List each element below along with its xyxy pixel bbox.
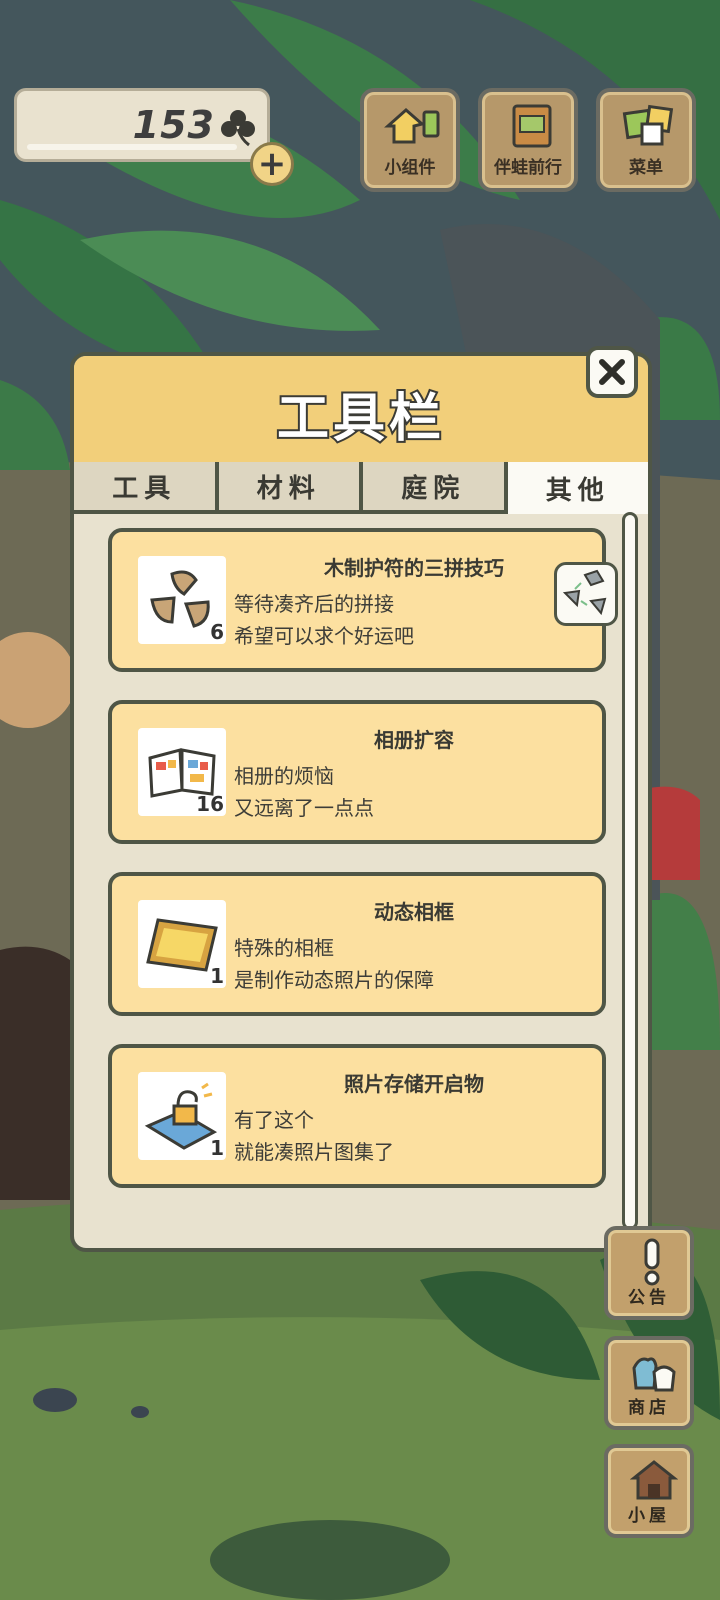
item-count: 6 [210, 620, 224, 644]
combine-chip[interactable] [554, 562, 618, 626]
add-clover-button[interactable]: + [250, 142, 294, 186]
menu-button[interactable]: 菜单 [596, 88, 696, 192]
item-thumbnail: 16 [138, 728, 226, 816]
house-button[interactable]: 小屋 [604, 1444, 694, 1538]
item-thumbnail: 1 [138, 900, 226, 988]
list-item[interactable]: 16 相册扩容 相册的烦恼 又远离了一点点 [108, 700, 606, 844]
clover-amount: 153 [132, 103, 215, 147]
list-scrollbar[interactable] [622, 512, 638, 1230]
clover-bar [27, 144, 237, 150]
item-title: 木制护符的三拼技巧 [324, 556, 504, 580]
item-description-line2: 又远离了一点点 [234, 796, 374, 820]
widget-button[interactable]: 小组件 [360, 88, 460, 192]
panel-title: 工具栏 [275, 387, 445, 451]
item-description-line2: 希望可以求个好运吧 [234, 624, 414, 648]
stone-pieces-icon [562, 569, 607, 616]
item-count: 1 [210, 964, 224, 988]
unlock-icon [144, 1082, 218, 1150]
item-title: 照片存储开启物 [344, 1072, 484, 1096]
close-button[interactable] [586, 346, 638, 398]
item-title: 动态相框 [374, 900, 454, 924]
item-description-line1: 特殊的相框 [234, 936, 334, 960]
photo-frame-icon [146, 918, 218, 972]
widget-icon [384, 102, 444, 156]
menu-icon [620, 102, 680, 156]
house-label: 小屋 [628, 1506, 670, 1526]
notice-label: 公告 [628, 1288, 670, 1308]
shop-button[interactable]: 商店 [604, 1336, 694, 1430]
frog-travel-label: 伴蛙前行 [494, 158, 562, 178]
item-description-line1: 等待凑齐后的拼接 [234, 592, 394, 616]
item-description-line1: 相册的烦恼 [234, 764, 334, 788]
clover-counter: 153 [14, 88, 270, 162]
frog-travel-button[interactable]: 伴蛙前行 [478, 88, 578, 192]
item-title: 相册扩容 [374, 728, 454, 752]
close-icon [599, 359, 625, 385]
widget-label: 小组件 [384, 158, 436, 178]
wooden-charm-pieces-icon [150, 570, 210, 628]
item-list: 6 木制护符的三拼技巧 等待凑齐后的拼接 希望可以求个好运吧 16 相册扩容 相… [108, 528, 606, 1216]
tab-other[interactable]: 其他 [507, 462, 648, 514]
tab-garden[interactable]: 庭院 [363, 462, 508, 514]
frog-travel-icon [502, 102, 562, 156]
item-description-line1: 有了这个 [234, 1108, 314, 1132]
tab-materials[interactable]: 材料 [218, 462, 363, 514]
toolbar-panel: 工具栏 工具 材料 庭院 其他 6 木制护符的三拼技巧 等待凑齐后的拼接 希望可… [70, 352, 652, 1252]
list-item[interactable]: 1 照片存储开启物 有了这个 就能凑照片图集了 [108, 1044, 606, 1188]
menu-label: 菜单 [629, 158, 663, 178]
item-count: 16 [196, 792, 224, 816]
plus-icon: + [257, 144, 287, 184]
item-description-line2: 就能凑照片图集了 [234, 1140, 394, 1164]
notice-button[interactable]: 公告 [604, 1226, 694, 1320]
list-item[interactable]: 6 木制护符的三拼技巧 等待凑齐后的拼接 希望可以求个好运吧 [108, 528, 606, 672]
tab-bar: 工具 材料 庭院 其他 [74, 462, 648, 514]
panel-header: 工具栏 [74, 356, 648, 466]
item-description-line2: 是制作动态照片的保障 [234, 968, 434, 992]
tab-tools[interactable]: 工具 [74, 462, 219, 514]
item-thumbnail: 1 [138, 1072, 226, 1160]
shop-label: 商店 [628, 1398, 670, 1418]
item-count: 1 [210, 1136, 224, 1160]
list-item[interactable]: 1 动态相框 特殊的相框 是制作动态照片的保障 [108, 872, 606, 1016]
item-thumbnail: 6 [138, 556, 226, 644]
